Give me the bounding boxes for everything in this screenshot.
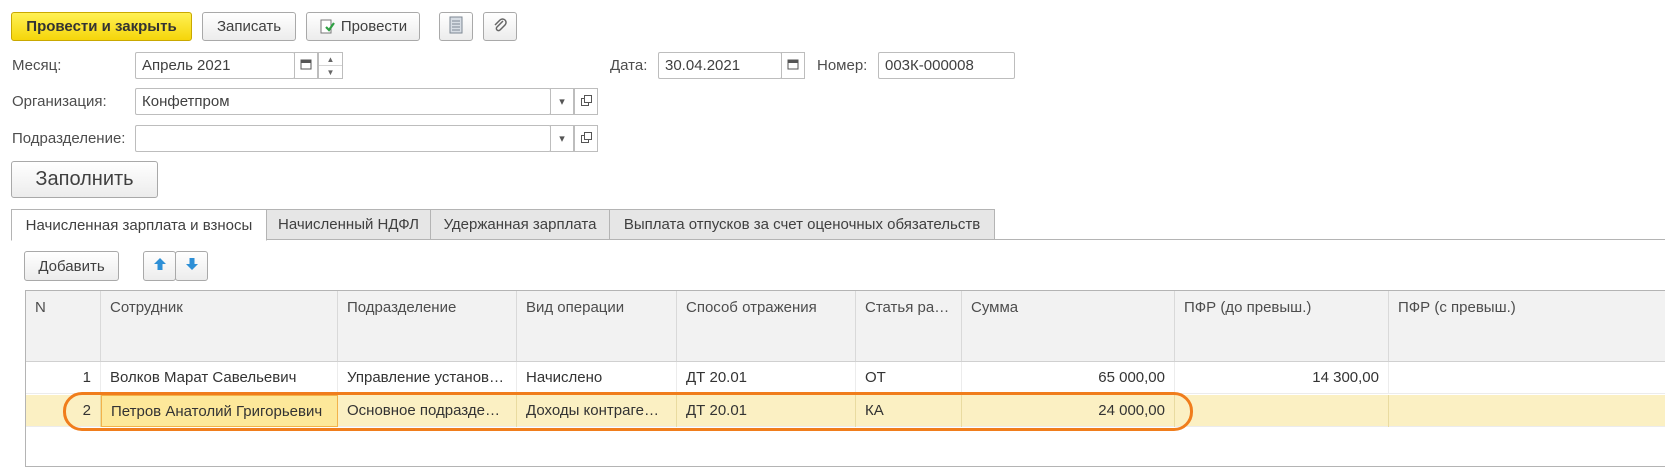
chevron-up-icon[interactable]: ▲ [319, 53, 342, 66]
column-header-n[interactable]: N [26, 291, 101, 361]
column-header-method[interactable]: Способ отражения [677, 291, 856, 361]
month-label: Месяц: [12, 57, 62, 74]
dept-label: Подразделение: [12, 130, 126, 147]
column-header-department[interactable]: Подразделение [338, 291, 517, 361]
department-cell: Управление установ… [338, 362, 517, 394]
org-label: Организация: [12, 93, 107, 110]
move-up-button[interactable] [143, 251, 176, 281]
org-field[interactable]: Конфетпром [135, 88, 551, 115]
add-button[interactable]: Добавить [24, 251, 119, 281]
post-button[interactable]: Провести [306, 12, 420, 41]
org-open-button[interactable] [574, 88, 598, 115]
method-cell: ДТ 20.01 [677, 362, 856, 394]
date-calendar-button[interactable] [781, 52, 805, 79]
post-and-close-button[interactable]: Провести и закрыть [11, 12, 192, 41]
dropdown-icon: ▾ [559, 133, 565, 145]
post-button-label: Провести [340, 18, 408, 35]
move-down-button[interactable] [175, 251, 208, 281]
sum-cell: 24 000,00 [962, 395, 1175, 427]
fill-button[interactable]: Заполнить [11, 161, 158, 198]
number-label: Номер: [817, 57, 868, 74]
save-button[interactable]: Записать [202, 12, 296, 41]
arrow-up-icon [153, 257, 167, 275]
calendar-icon [300, 58, 312, 73]
pfr-after-cell [1389, 362, 1665, 394]
dept-field[interactable] [135, 125, 551, 152]
item-cell: ОТ [856, 362, 962, 394]
month-field[interactable]: Апрель 2021 [135, 52, 295, 79]
pfr-before-cell [1175, 395, 1389, 427]
dropdown-icon: ▾ [559, 96, 565, 108]
table-row[interactable]: 1 Волков Марат Савельевич Управление уст… [26, 362, 1665, 394]
employee-cell[interactable]: Петров Анатолий Григорьевич [101, 395, 338, 427]
operation-cell: Доходы контраген… [517, 395, 677, 427]
pfr-after-cell [1389, 395, 1665, 427]
number-field[interactable]: 003К-000008 [878, 52, 1015, 79]
dept-dropdown-button[interactable]: ▾ [550, 125, 574, 152]
report-button[interactable] [439, 12, 473, 41]
row-number: 1 [26, 362, 101, 394]
chevron-down-icon[interactable]: ▼ [319, 66, 342, 78]
column-header-operation[interactable]: Вид операции [517, 291, 677, 361]
operation-cell: Начислено [517, 362, 677, 394]
column-header-sum[interactable]: Сумма [962, 291, 1175, 361]
column-header-employee[interactable]: Сотрудник [101, 291, 338, 361]
calendar-icon [787, 58, 799, 73]
column-header-item[interactable]: Статья ра… [856, 291, 962, 361]
method-cell: ДТ 20.01 [677, 395, 856, 427]
month-calendar-button[interactable] [294, 52, 318, 79]
item-cell: КА [856, 395, 962, 427]
date-label: Дата: [610, 57, 648, 74]
report-icon [449, 16, 463, 38]
open-icon [580, 94, 592, 109]
employee-cell: Волков Марат Савельевич [101, 362, 338, 394]
tab-accrued-salary[interactable]: Начисленная зарплата и взносы [11, 209, 267, 241]
column-header-pfr-after[interactable]: ПФР (с превыш.) [1389, 291, 1665, 361]
open-icon [580, 131, 592, 146]
tab-accrued-ndfl[interactable]: Начисленный НДФЛ [266, 209, 431, 240]
row-number: 2 [26, 395, 101, 427]
paperclip-icon [492, 17, 508, 37]
tab-vacation-payments[interactable]: Выплата отпусков за счет оценочных обяза… [609, 209, 995, 240]
table-row-selected[interactable]: 2 Петров Анатолий Григорьевич Основное п… [26, 395, 1665, 427]
department-cell: Основное подразде… [338, 395, 517, 427]
dept-open-button[interactable] [574, 125, 598, 152]
post-document-icon [319, 19, 335, 35]
pfr-before-cell: 14 300,00 [1175, 362, 1389, 394]
org-dropdown-button[interactable]: ▾ [550, 88, 574, 115]
attachments-button[interactable] [483, 12, 517, 41]
date-field[interactable]: 30.04.2021 [658, 52, 782, 79]
column-header-pfr-before[interactable]: ПФР (до превыш.) [1175, 291, 1389, 361]
month-stepper[interactable]: ▲ ▼ [318, 52, 343, 79]
arrow-down-icon [185, 257, 199, 275]
sum-cell: 65 000,00 [962, 362, 1175, 394]
tab-withheld-salary[interactable]: Удержанная зарплата [430, 209, 610, 240]
